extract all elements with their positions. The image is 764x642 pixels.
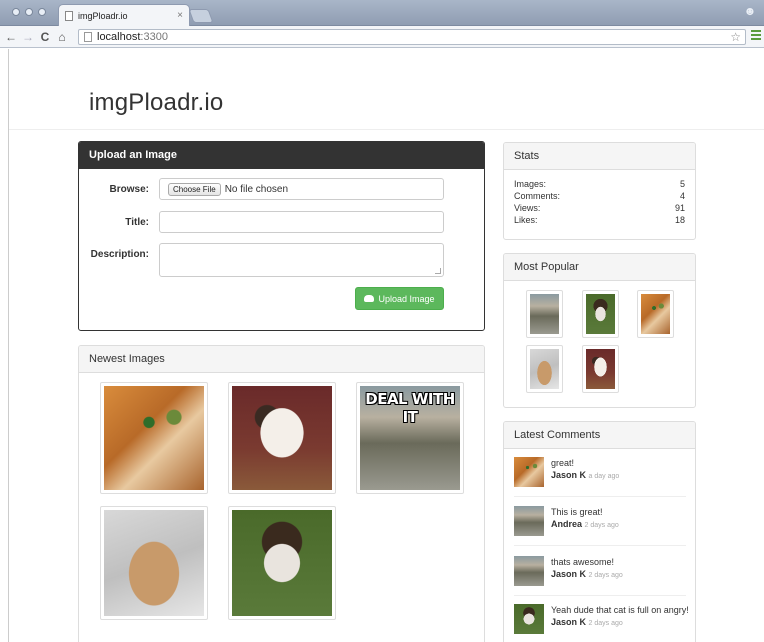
comment-image-avatar[interactable] xyxy=(514,604,544,634)
cat-image xyxy=(104,386,204,490)
cat-image xyxy=(530,349,559,389)
browser-tab[interactable]: imgPloadr.io × xyxy=(58,4,190,26)
forward-button[interactable]: → xyxy=(21,30,35,44)
cat-image xyxy=(641,294,670,334)
back-button[interactable]: ← xyxy=(4,30,18,44)
comment-time: 2 days ago xyxy=(588,620,623,627)
popular-thumbnail[interactable] xyxy=(526,290,563,338)
cloud-upload-icon xyxy=(364,295,375,302)
close-tab-icon[interactable]: × xyxy=(177,10,183,21)
page-icon xyxy=(65,10,73,21)
image-thumbnail[interactable] xyxy=(100,506,208,620)
popular-thumbnail[interactable] xyxy=(637,290,674,338)
popular-thumbnail[interactable] xyxy=(526,345,563,393)
upload-panel: Upload an Image Browse: Choose File No f… xyxy=(78,141,485,331)
comment-divider xyxy=(514,496,686,497)
profile-icon[interactable]: ☻ xyxy=(742,4,758,20)
popular-thumbnail[interactable] xyxy=(582,290,619,338)
cat-image xyxy=(232,510,332,616)
browser-menu-icon[interactable] xyxy=(751,30,761,42)
comment-text: great! xyxy=(551,458,575,468)
comment-text: This is great! xyxy=(551,507,603,517)
cat-image xyxy=(232,386,332,490)
tab-title: imgPloadr.io xyxy=(78,10,128,21)
upload-image-button[interactable]: Upload Image xyxy=(355,287,444,310)
home-button[interactable]: ⌂ xyxy=(55,30,69,44)
minimize-window-button[interactable] xyxy=(25,8,33,16)
comment-time: a day ago xyxy=(588,473,620,480)
popular-thumbnail[interactable] xyxy=(582,345,619,393)
cat-image xyxy=(530,294,559,334)
comment-author: Jason K xyxy=(551,617,587,627)
comment-image-avatar[interactable] xyxy=(514,556,544,586)
stats-panel: Stats Images: 5 Comments: 4 Views: 91 Likes… xyxy=(503,142,696,240)
stat-likes: Likes: 18 xyxy=(514,215,685,225)
page-icon xyxy=(84,32,92,42)
meme-caption: DEAL WITH IT xyxy=(365,390,455,426)
cat-image xyxy=(586,349,615,389)
comment-divider xyxy=(514,545,686,546)
image-thumbnail[interactable]: DEAL WITH IT xyxy=(356,382,464,494)
bookmark-star-icon[interactable]: ☆ xyxy=(730,30,741,44)
stat-comments: Comments: 4 xyxy=(514,191,685,201)
upload-button-label: Upload Image xyxy=(378,293,435,304)
image-thumbnail[interactable] xyxy=(228,382,336,494)
header-divider xyxy=(9,129,764,130)
stat-images: Images: 5 xyxy=(514,179,685,189)
close-window-button[interactable] xyxy=(12,8,20,16)
cat-image xyxy=(104,510,204,616)
comment-time: 2 days ago xyxy=(588,572,623,579)
comment-time: 2 days ago xyxy=(584,522,619,529)
resize-grip-icon[interactable] xyxy=(435,268,441,274)
page-content: imgPloadr.io Upload an Image Browse: Cho… xyxy=(8,49,764,642)
stats-heading: Stats xyxy=(504,143,695,170)
site-brand[interactable]: imgPloadr.io xyxy=(89,89,223,117)
most-popular-heading: Most Popular xyxy=(504,254,695,281)
comment-author: Jason K xyxy=(551,470,587,480)
browse-label: Browse: xyxy=(109,184,149,195)
reload-button[interactable]: C xyxy=(38,30,52,44)
cat-image xyxy=(586,294,615,334)
stats-list: Images: 5 Comments: 4 Views: 91 Likes: 18 xyxy=(504,170,695,226)
maximize-window-button[interactable] xyxy=(38,8,46,16)
comment-author: Jason K xyxy=(551,569,587,579)
new-tab-button[interactable] xyxy=(188,9,214,23)
url-port: :3300 xyxy=(140,31,168,43)
file-input[interactable]: Choose File No file chosen xyxy=(159,178,444,200)
latest-comments-heading: Latest Comments xyxy=(504,422,695,449)
address-bar[interactable]: localhost:3300 ☆ xyxy=(78,29,746,45)
url-host: localhost xyxy=(97,31,141,43)
cat-image: DEAL WITH IT xyxy=(360,386,460,490)
comment-image-avatar[interactable] xyxy=(514,457,544,487)
newest-images-heading: Newest Images xyxy=(79,346,484,373)
browser-toolbar: ← → C ⌂ localhost:3300 ☆ xyxy=(0,26,764,48)
stat-views: Views: 91 xyxy=(514,203,685,213)
title-label: Title: xyxy=(125,217,149,228)
comment-text: Yeah dude that cat is full on angry! xyxy=(551,605,689,615)
comment-image-avatar[interactable] xyxy=(514,506,544,536)
title-input[interactable] xyxy=(159,211,444,233)
window-controls xyxy=(12,8,46,16)
latest-comments-panel: Latest Comments great! Jason K a day ago… xyxy=(503,421,696,642)
comment-author: Andrea xyxy=(551,519,583,529)
description-textarea[interactable] xyxy=(159,243,444,277)
description-label: Description: xyxy=(90,249,149,260)
choose-file-button[interactable]: Choose File xyxy=(168,182,221,196)
browser-tab-bar: imgPloadr.io × ☻ xyxy=(0,0,764,26)
newest-images-panel: Newest Images DEAL WITH IT xyxy=(78,345,485,642)
comment-text: thats awesome! xyxy=(551,557,615,567)
image-thumbnail[interactable] xyxy=(100,382,208,494)
image-thumbnail[interactable] xyxy=(228,506,336,620)
most-popular-panel: Most Popular xyxy=(503,253,696,408)
comment-divider xyxy=(514,595,686,596)
file-status: No file chosen xyxy=(224,183,289,195)
upload-panel-heading: Upload an Image xyxy=(79,142,484,169)
